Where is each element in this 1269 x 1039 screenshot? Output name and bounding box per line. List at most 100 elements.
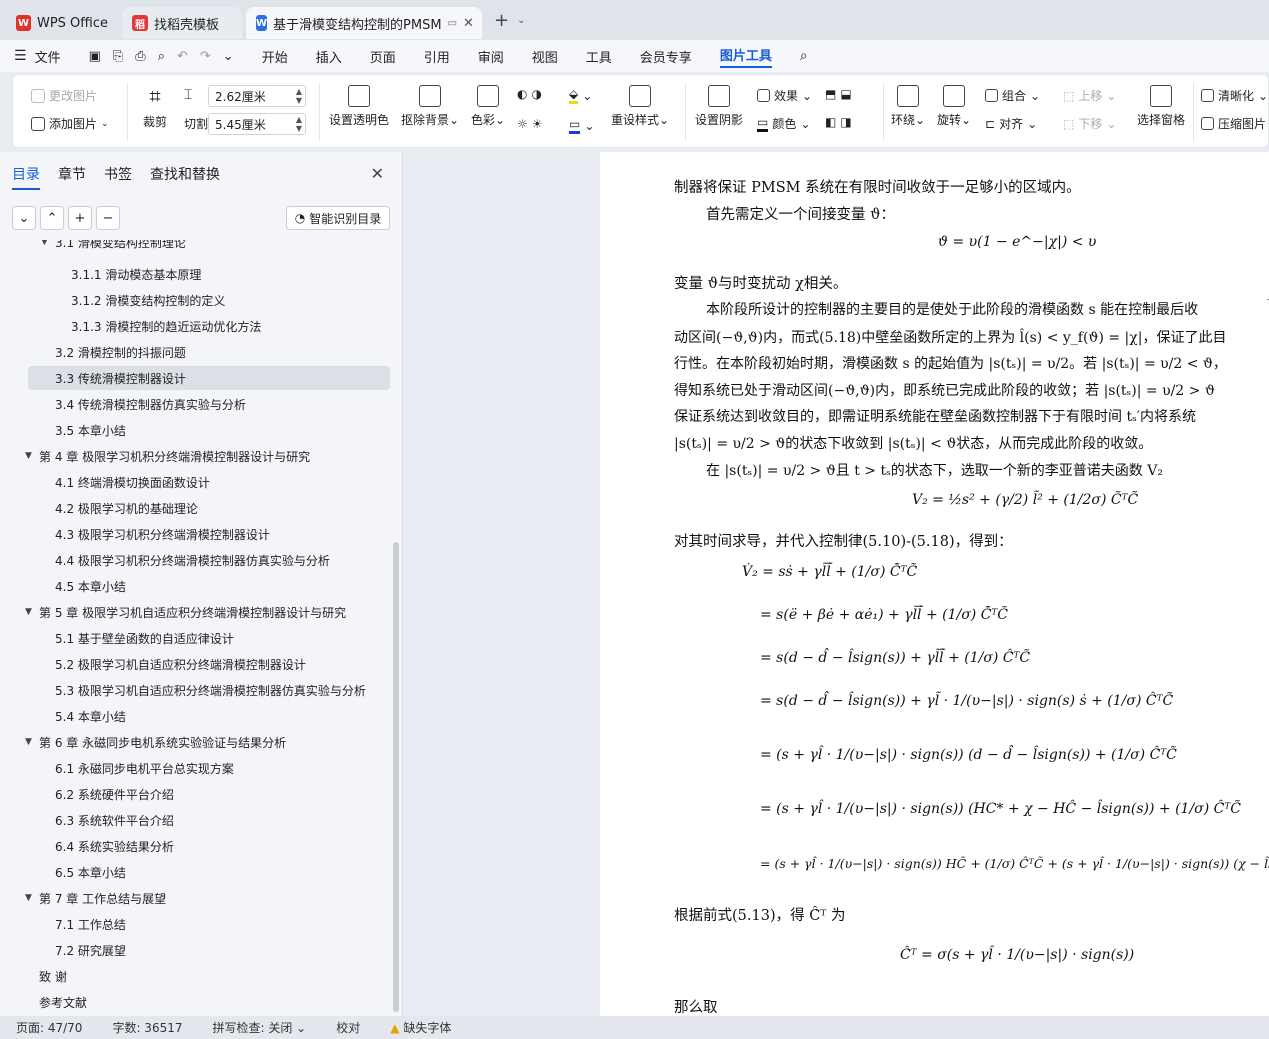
tab-list-chevron-icon[interactable]: ⌄ xyxy=(517,15,525,26)
close-tab-icon[interactable]: ✕ xyxy=(463,16,474,31)
missing-font-indicator[interactable]: ▲ 缺失字体 xyxy=(390,1019,451,1036)
toc-scrollbar[interactable] xyxy=(393,542,399,1012)
toc-item[interactable]: 4.2 极限学习机的基础理论 xyxy=(0,496,390,520)
toc-item[interactable]: 4.3 极限学习机积分终端滑模控制器设计 xyxy=(0,522,390,546)
stepper-arrows-icon[interactable]: ▲ ▼ xyxy=(296,115,302,133)
contrast-down-icon[interactable]: ☀ xyxy=(532,117,543,131)
border-color-button[interactable]: ▭ ⌄ xyxy=(569,117,594,134)
toc-item[interactable]: 7.2 研究展望 xyxy=(0,938,390,962)
send-backward-button[interactable]: ⬚ 下移 ⌄ xyxy=(1063,115,1116,132)
tab-bookmarks[interactable]: 书签 xyxy=(104,164,132,190)
menu-view[interactable]: 视图 xyxy=(532,47,558,66)
menu-picture-tools[interactable]: 图片工具 xyxy=(719,45,772,68)
reset-style-button[interactable]: 重设样式⌄ xyxy=(611,85,669,128)
toc-chapter[interactable]: ▼ 第 6 章 永磁同步电机系统实验验证与结果分析 xyxy=(0,730,390,754)
toc-item[interactable]: 4.4 极限学习机积分终端滑模控制器仿真实验与分析 xyxy=(0,548,390,572)
cut-button[interactable]: 切割 xyxy=(184,115,208,132)
tab-wps-office[interactable]: W WPS Office xyxy=(6,7,118,39)
align-button[interactable]: ⊏ 对齐 ⌄ xyxy=(985,115,1037,132)
menu-file[interactable]: 文件 xyxy=(35,47,61,66)
search-icon[interactable]: ⌕ xyxy=(800,48,808,64)
shadow-right-icon[interactable]: ◨ xyxy=(840,115,851,129)
bring-forward-button[interactable]: ⬚ 上移 ⌄ xyxy=(1063,87,1116,104)
remove-heading-icon[interactable]: − xyxy=(96,206,120,230)
word-count[interactable]: 字数: 36517 xyxy=(112,1019,182,1036)
spell-check[interactable]: 拼写检查: 关闭 ⌄ xyxy=(213,1019,307,1036)
collapse-chevron-icon[interactable]: ⌄ xyxy=(12,206,36,230)
toc-item[interactable]: 3.4 传统滑模控制器仿真实验与分析 xyxy=(0,392,390,416)
crop-button[interactable]: ⌗ 裁剪 xyxy=(143,85,167,130)
shadow-side-icons[interactable]: ◧ ◨ xyxy=(825,115,852,129)
collapse-triangle-icon[interactable]: ▼ xyxy=(25,893,32,903)
shadow-toggle-icons[interactable]: ⬒ ⬓ xyxy=(825,87,852,101)
effect-button[interactable]: 效果 ⌄ xyxy=(757,87,812,104)
toc-chapter[interactable]: ▼ 第 5 章 极限学习机自适应积分终端滑模控制器设计与研究 xyxy=(0,600,390,624)
set-shadow-button[interactable]: 设置阴影 xyxy=(695,85,743,128)
toc-chapter[interactable]: 参考文献 xyxy=(0,990,390,1014)
remove-background-button[interactable]: 抠除背景⌄ xyxy=(401,85,459,128)
menu-tools[interactable]: 工具 xyxy=(586,47,612,66)
collapse-triangle-icon[interactable]: ▼ xyxy=(25,607,32,617)
undo-icon[interactable]: ↶ xyxy=(177,49,188,64)
toc-item[interactable]: 4.5 本章小结 xyxy=(0,574,390,598)
compress-button[interactable]: 压缩图片 xyxy=(1201,115,1266,132)
toc-item[interactable]: 6.5 本章小结 xyxy=(0,860,390,884)
collapse-triangle-icon[interactable]: ▼ xyxy=(41,240,48,247)
sharpen-button[interactable]: 清晰化 ⌄ xyxy=(1201,87,1268,104)
rotate-button[interactable]: 旋转⌄ xyxy=(937,85,971,128)
brightness-up-icon[interactable]: ◐ xyxy=(517,87,527,101)
toc-item[interactable]: 5.3 极限学习机自适应积分终端滑模控制器仿真实验与分析 xyxy=(0,678,390,702)
tab-chapters[interactable]: 章节 xyxy=(58,164,86,190)
toc-item[interactable]: 5.2 极限学习机自适应积分终端滑模控制器设计 xyxy=(0,652,390,676)
toc-chapter[interactable]: ▼ 第 7 章 工作总结与展望 xyxy=(0,886,390,910)
close-pane-icon[interactable]: ✕ xyxy=(371,164,384,183)
more-chevron-icon[interactable]: ⌄ xyxy=(223,49,234,64)
toc-item[interactable]: 3.1.2 滑模变结构控制的定义 xyxy=(0,288,390,312)
proofread-button[interactable]: 校对 xyxy=(336,1019,360,1036)
toc-item[interactable]: 3.2 滑模控制的抖振问题 xyxy=(0,340,390,364)
shadow-left-icon[interactable]: ◧ xyxy=(825,115,836,129)
redo-icon[interactable]: ↷ xyxy=(200,49,211,64)
tab-template[interactable]: 稻 找稻壳模板 xyxy=(122,7,242,39)
brightness-buttons[interactable]: ◐ ◑ xyxy=(517,87,542,101)
change-image-button[interactable]: 更改图片 xyxy=(31,87,97,104)
toc-item[interactable]: 6.2 系统硬件平台介绍 xyxy=(0,782,390,806)
tab-document[interactable]: W 基于滑模变结构控制的PMSM ▭ ✕ xyxy=(246,7,482,39)
smart-toc-button[interactable]: ◔ 智能识别目录 xyxy=(286,206,390,230)
toc-chapter[interactable]: 致 谢 xyxy=(0,964,390,988)
selection-pane-button[interactable]: 选择窗格 xyxy=(1137,85,1185,128)
menu-insert[interactable]: 插入 xyxy=(316,47,342,66)
toc-item[interactable]: 5.4 本章小结 xyxy=(0,704,390,728)
menu-review[interactable]: 审阅 xyxy=(478,47,504,66)
shadow-up-icon[interactable]: ⬒ xyxy=(825,87,836,101)
toc-item[interactable]: 4.1 终端滑模切换面函数设计 xyxy=(0,470,390,494)
menu-page[interactable]: 页面 xyxy=(370,47,396,66)
toc-item[interactable]: 6.1 永磁同步电机平台总实现方案 xyxy=(0,756,390,780)
fill-color-button[interactable]: ⬙ ⌄ xyxy=(569,87,592,104)
preview-icon[interactable]: ⌕ xyxy=(158,49,165,64)
share-icon[interactable]: ⎘ xyxy=(113,49,123,64)
color-button[interactable]: ▭ 颜色 ⌄ xyxy=(757,115,810,132)
brightness-down-icon[interactable]: ◑ xyxy=(531,87,541,101)
hamburger-icon[interactable]: ☰ xyxy=(14,48,27,64)
height-stepper[interactable]: 2.62厘米 ▲ ▼ xyxy=(208,85,306,107)
collapse-triangle-icon[interactable]: ▼ xyxy=(25,737,32,747)
wrap-button[interactable]: 环绕⌄ xyxy=(891,85,925,128)
document-page[interactable]: 制器将保证 PMSM 系统在有限时间收敛于一足够小的区域内。 首先需定义一个间接… xyxy=(600,152,1269,1016)
toc-item[interactable]: 3.1.3 滑模控制的趋近运动优化方法 xyxy=(0,314,390,338)
toc-chapter[interactable]: ▼ 第 4 章 极限学习机积分终端滑模控制器设计与研究 xyxy=(0,444,390,468)
add-heading-icon[interactable]: + xyxy=(68,206,92,230)
stepper-arrows-icon[interactable]: ▲ ▼ xyxy=(296,87,302,105)
menu-member[interactable]: 会员专享 xyxy=(640,47,692,66)
toc-item[interactable]: 7.1 工作总结 xyxy=(0,912,390,936)
toc-item[interactable]: 5.1 基于壁垒函数的自适应律设计 xyxy=(0,626,390,650)
toc-item[interactable]: 6.3 系统软件平台介绍 xyxy=(0,808,390,832)
expand-chevron-icon[interactable]: ⌃ xyxy=(40,206,64,230)
new-tab-icon[interactable]: + xyxy=(494,10,509,31)
contrast-buttons[interactable]: ☼ ☀ xyxy=(517,117,543,131)
toc-item[interactable]: 3.1.1 滑动模态基本原理 xyxy=(0,262,390,286)
toc-item-selected[interactable]: 3.3 传统滑模控制器设计 xyxy=(28,366,390,390)
tab-find-replace[interactable]: 查找和替换 xyxy=(150,164,220,190)
menu-reference[interactable]: 引用 xyxy=(424,47,450,66)
save-icon[interactable]: ▣ xyxy=(89,49,101,64)
